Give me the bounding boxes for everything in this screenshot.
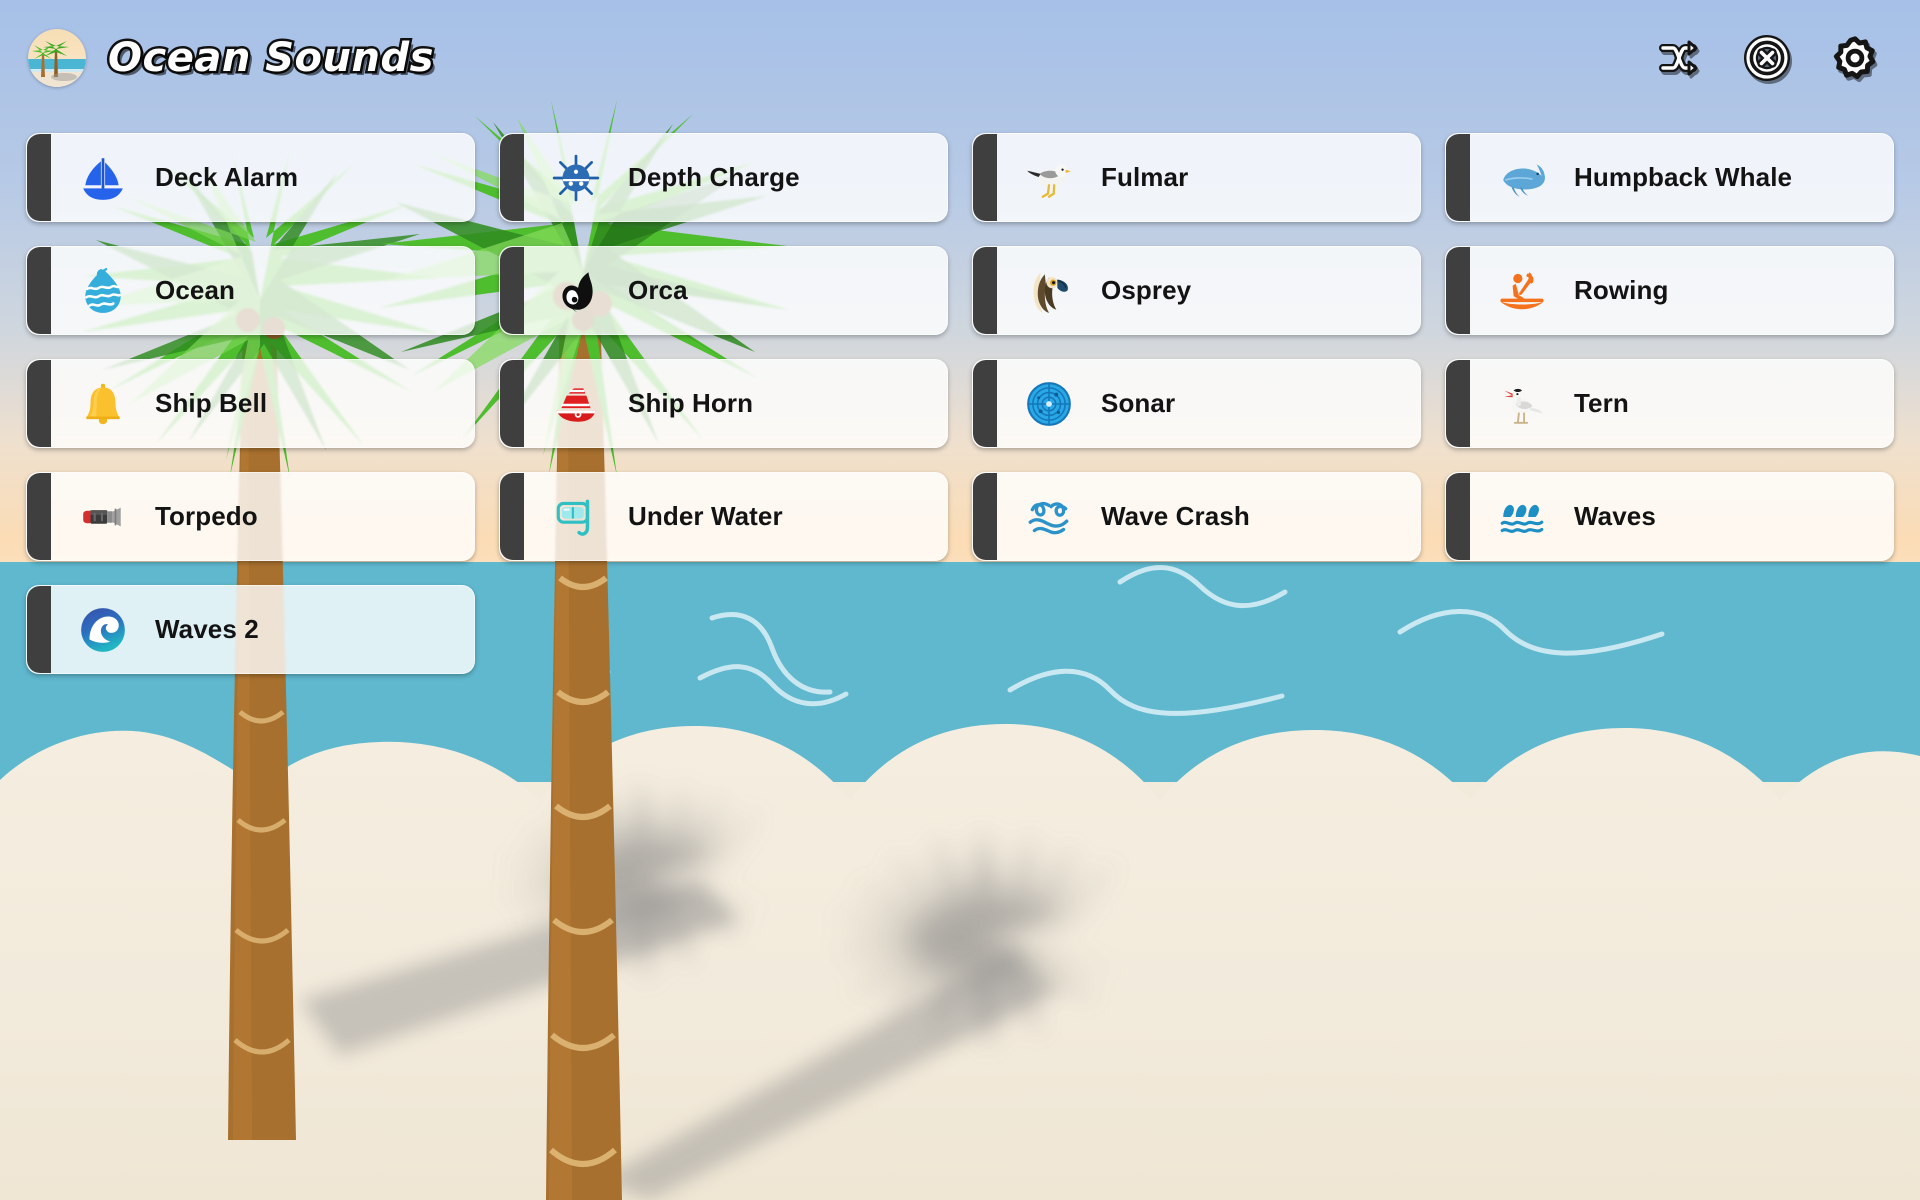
sound-button[interactable]: Ship Bell <box>26 359 475 448</box>
sound-button-label: Depth Charge <box>628 162 800 192</box>
sound-button-label: Waves 2 <box>155 614 259 644</box>
app-header: Ocean Sounds <box>0 0 1920 115</box>
naval-mine-icon <box>548 150 604 206</box>
sound-button-label: Sonar <box>1101 388 1176 418</box>
sound-button-label: Waves <box>1574 501 1656 531</box>
stop-all-button[interactable] <box>1744 34 1790 81</box>
sound-button[interactable]: Sonar <box>972 359 1421 448</box>
sound-button[interactable]: Wave Crash <box>972 472 1421 561</box>
seagull-bird-icon <box>1021 150 1077 206</box>
sailboat-icon <box>75 150 131 206</box>
sound-button-label: Deck Alarm <box>155 162 299 192</box>
sound-button[interactable]: Fulmar <box>972 133 1421 222</box>
settings-button[interactable] <box>1832 35 1878 81</box>
sound-button[interactable]: Waves <box>1445 472 1894 561</box>
sonar-radar-icon <box>1021 376 1077 432</box>
sound-button[interactable]: Tern <box>1445 359 1894 448</box>
sound-button-label: Ocean <box>155 275 235 305</box>
orca-silhouette-icon <box>548 263 604 319</box>
sound-button[interactable]: Ship Horn <box>499 359 948 448</box>
sound-button-label: Wave Crash <box>1101 501 1250 531</box>
wave-squiggle-icon <box>1021 489 1077 545</box>
sound-button-label: Fulmar <box>1101 162 1189 192</box>
brand: Ocean Sounds <box>0 28 436 87</box>
sound-button[interactable]: Deck Alarm <box>26 133 475 222</box>
header-actions <box>1656 34 1920 81</box>
sound-button-label: Ship Bell <box>155 388 268 418</box>
page-title: Ocean Sounds <box>106 32 436 83</box>
sound-button[interactable]: Under Water <box>499 472 948 561</box>
rowing-kayak-icon <box>1494 263 1550 319</box>
triple-wave-icon <box>1494 489 1550 545</box>
torpedo-icon <box>75 489 131 545</box>
sound-button-label: Ship Horn <box>628 388 754 418</box>
shuffle-button[interactable] <box>1656 35 1702 81</box>
bell-icon <box>75 376 131 432</box>
sound-button[interactable]: Osprey <box>972 246 1421 335</box>
whale-icon <box>1494 150 1550 206</box>
sound-button-label: Humpback Whale <box>1574 162 1793 192</box>
sound-button-label: Torpedo <box>155 501 258 531</box>
sound-button-label: Tern <box>1574 388 1629 418</box>
sound-button-label: Orca <box>628 275 688 305</box>
sound-button-label: Osprey <box>1101 275 1192 305</box>
sound-button-label: Under Water <box>628 501 783 531</box>
tern-bird-icon <box>1494 376 1550 432</box>
wave-circle-icon <box>75 602 131 658</box>
sound-button[interactable]: Waves 2 <box>26 585 475 674</box>
sound-button[interactable]: Ocean <box>26 246 475 335</box>
sound-button[interactable]: Orca <box>499 246 948 335</box>
osprey-head-icon <box>1021 263 1077 319</box>
sound-button-grid: Deck Alarm Depth Charge Fulmar Humpback … <box>26 133 1894 674</box>
sound-button[interactable]: Torpedo <box>26 472 475 561</box>
sound-button[interactable]: Humpback Whale <box>1445 133 1894 222</box>
water-wave-icon <box>75 263 131 319</box>
sound-button[interactable]: Depth Charge <box>499 133 948 222</box>
beach-palm-logo-icon <box>28 28 86 87</box>
sound-button[interactable]: Rowing <box>1445 246 1894 335</box>
snorkel-mask-icon <box>548 489 604 545</box>
sound-button-label: Rowing <box>1574 275 1669 305</box>
cruise-ship-icon <box>548 376 604 432</box>
